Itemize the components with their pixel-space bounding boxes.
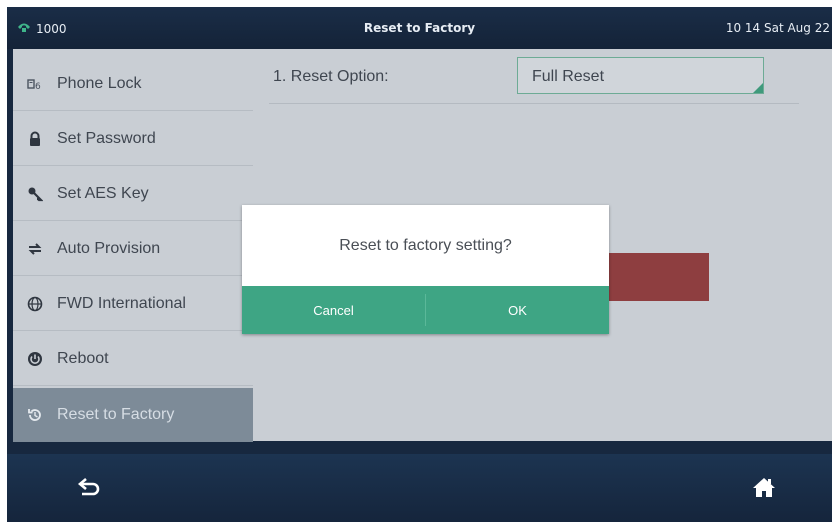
svg-text:6: 6 [35,82,41,92]
sidebar-item-label: Set AES Key [57,184,149,202]
sync-icon [25,239,45,259]
phone-screen: 1000 Reset to Factory 10 14 Sat Aug 22 6… [7,7,832,522]
reset-icon [25,405,45,425]
key-icon [25,184,45,204]
sidebar-item-label: Reboot [57,349,109,367]
dialog-message: Reset to factory setting? [339,237,512,254]
screen-title: Reset to Factory [363,21,476,35]
screen-body: 6 Phone Lock Set Password Set AES Key Au… [7,49,832,454]
sidebar-item-set-password[interactable]: Set Password [13,112,253,166]
sidebar-item-reset-to-factory[interactable]: Reset to Factory [13,388,253,442]
dropdown-corner-icon [753,83,763,93]
sidebar-item-label: Set Password [57,129,156,147]
reset-option-label: 1. Reset Option: [273,68,389,85]
sidebar-item-fwd-international[interactable]: FWD International [13,277,253,331]
reset-option-select[interactable]: Full Reset [517,57,764,94]
sidebar-item-auto-provision[interactable]: Auto Provision [13,222,253,276]
globe-icon [25,294,45,314]
reset-option-value: Full Reset [532,68,605,85]
sidebar-item-label: FWD International [57,294,186,312]
bottom-nav-bar [7,454,832,522]
back-arrow-icon[interactable] [77,477,101,499]
sidebar-item-label: Phone Lock [57,74,142,92]
home-icon[interactable] [752,476,776,500]
sidebar: 6 Phone Lock Set Password Set AES Key Au… [13,49,253,442]
sidebar-item-reboot[interactable]: Reboot [13,332,253,386]
cancel-button[interactable]: Cancel [242,286,425,334]
status-bar: 1000 Reset to Factory 10 14 Sat Aug 22 [7,7,832,49]
status-datetime: 10 14 Sat Aug 22 [725,21,830,35]
phone-lock-icon: 6 [25,74,45,94]
sidebar-item-phone-lock[interactable]: 6 Phone Lock [13,57,253,111]
confirm-dialog: Reset to factory setting? Cancel OK [242,205,609,334]
reset-button [599,253,709,301]
dialog-button-bar: Cancel OK [242,286,609,334]
lock-icon [25,129,45,149]
sidebar-item-label: Auto Provision [57,239,161,257]
reset-option-row: 1. Reset Option: Full Reset [269,49,799,104]
ok-button[interactable]: OK [426,286,609,334]
sidebar-item-label: Reset to Factory [57,406,175,423]
sidebar-item-set-aes-key[interactable]: Set AES Key [13,167,253,221]
reboot-icon [25,349,45,369]
